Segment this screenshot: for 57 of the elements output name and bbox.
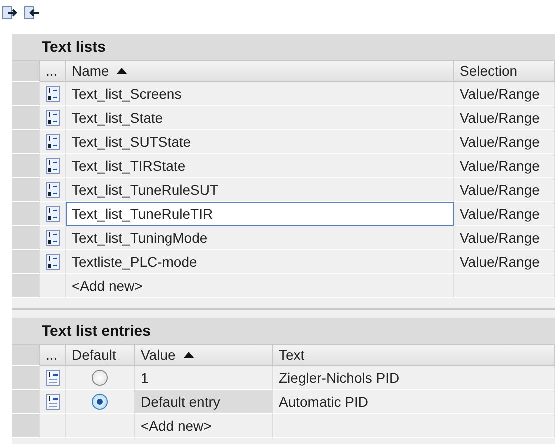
row-header[interactable] bbox=[12, 106, 40, 130]
row-header[interactable] bbox=[12, 250, 40, 274]
table-cell: Value/Range bbox=[454, 250, 555, 274]
collapse-icon[interactable] bbox=[24, 5, 40, 21]
row-header[interactable] bbox=[12, 82, 40, 106]
column-header[interactable]: Default bbox=[66, 344, 135, 366]
table-cell: Value/Range bbox=[454, 106, 555, 130]
table-cell: Value/Range bbox=[454, 154, 555, 178]
column-header[interactable]: ... bbox=[40, 60, 66, 82]
add-new-cell[interactable]: <Add new> bbox=[66, 274, 454, 298]
table-cell[interactable]: Text_list_TIRState bbox=[66, 154, 454, 178]
table-cell[interactable]: Text_list_SUTState bbox=[66, 130, 454, 154]
expand-icon[interactable] bbox=[2, 5, 18, 21]
sort-ascending-icon bbox=[184, 352, 194, 358]
table-cell: Value/Range bbox=[454, 82, 555, 106]
table-cell[interactable]: Text_list_Screens bbox=[66, 82, 454, 106]
row-header[interactable] bbox=[12, 178, 40, 202]
text-list-icon bbox=[46, 254, 60, 270]
row-header[interactable] bbox=[12, 274, 40, 298]
column-header[interactable]: Text bbox=[273, 344, 555, 366]
entry-icon bbox=[46, 394, 60, 410]
text-list-icon bbox=[46, 230, 60, 246]
add-new-cell[interactable]: <Add new> bbox=[135, 414, 273, 438]
default-radio[interactable] bbox=[92, 394, 108, 410]
text-list-icon bbox=[46, 158, 60, 174]
row-header[interactable] bbox=[12, 414, 40, 438]
table-cell[interactable]: Text_list_TuningMode bbox=[66, 226, 454, 250]
entry-icon bbox=[46, 370, 60, 386]
text-list-icon bbox=[46, 134, 60, 150]
column-header[interactable]: Value bbox=[135, 344, 273, 366]
row-header[interactable] bbox=[12, 390, 40, 414]
text-list-icon bbox=[46, 110, 60, 126]
column-header[interactable]: Selection bbox=[454, 60, 555, 82]
table-cell: Value/Range bbox=[454, 202, 555, 226]
row-header[interactable] bbox=[12, 226, 40, 250]
text-list-icon bbox=[46, 86, 60, 102]
table-cell[interactable]: Text_list_State bbox=[66, 106, 454, 130]
table-cell[interactable]: Default entry bbox=[135, 390, 273, 414]
section-title: Text list entries bbox=[42, 322, 151, 340]
section-title: Text lists bbox=[42, 38, 106, 56]
column-header[interactable]: Name bbox=[66, 60, 454, 82]
row-header[interactable] bbox=[12, 366, 40, 390]
table-cell: Value/Range bbox=[454, 130, 555, 154]
table-cell[interactable]: Text_list_TuneRuleTIR bbox=[66, 202, 454, 226]
text-list-icon bbox=[46, 206, 60, 222]
text-list-icon bbox=[46, 182, 60, 198]
row-header[interactable] bbox=[12, 154, 40, 178]
column-header[interactable]: ... bbox=[40, 344, 66, 366]
table-cell: Ziegler-Nichols PID bbox=[273, 366, 555, 390]
table-cell[interactable]: Textliste_PLC-mode bbox=[66, 250, 454, 274]
row-header[interactable] bbox=[12, 130, 40, 154]
default-radio[interactable] bbox=[92, 370, 108, 386]
table-cell: Automatic PID bbox=[273, 390, 555, 414]
row-header[interactable] bbox=[12, 202, 40, 226]
sort-ascending-icon bbox=[117, 68, 128, 74]
table-cell: Value/Range bbox=[454, 178, 555, 202]
table-cell: Value/Range bbox=[454, 226, 555, 250]
